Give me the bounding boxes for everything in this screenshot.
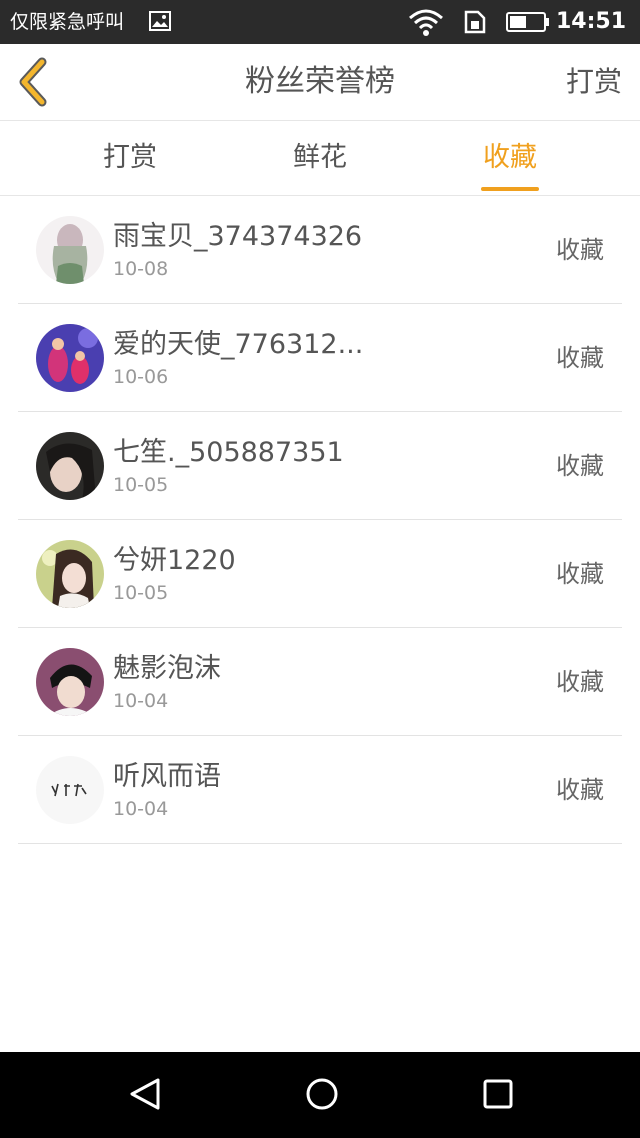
fan-date: 10-04 xyxy=(113,798,169,820)
list-item[interactable]: 听风而语 10-04 收藏 xyxy=(0,736,640,844)
tab-reward[interactable]: 打赏 xyxy=(70,121,190,195)
fan-date: 10-04 xyxy=(113,690,169,712)
avatar[interactable] xyxy=(36,648,104,716)
avatar[interactable] xyxy=(36,216,104,284)
list-item[interactable]: 兮妍1220 10-05 收藏 xyxy=(0,520,640,628)
reward-button[interactable]: 打赏 xyxy=(566,44,622,120)
fan-action-label: 收藏 xyxy=(556,452,604,480)
fan-list: 雨宝贝_374374326 10-08 收藏 爱的天使_776312... 10… xyxy=(0,196,640,844)
fan-name: 七笙._505887351 xyxy=(113,437,344,468)
square-recent-icon[interactable] xyxy=(482,1078,514,1114)
clock: 14:51 xyxy=(555,9,626,34)
fan-name: 雨宝贝_374374326 xyxy=(113,221,363,252)
list-item[interactable]: 雨宝贝_374374326 10-08 收藏 xyxy=(0,196,640,304)
fan-date: 10-05 xyxy=(113,582,169,604)
tab-flowers[interactable]: 鲜花 xyxy=(260,121,380,195)
circle-home-icon[interactable] xyxy=(304,1076,340,1116)
battery-icon xyxy=(506,12,550,36)
avatar[interactable] xyxy=(36,756,104,824)
divider xyxy=(18,843,622,844)
gallery-icon xyxy=(149,11,171,35)
status-bar: 仅限紧急呼叫 14:51 xyxy=(0,0,640,44)
list-item[interactable]: 爱的天使_776312... 10-06 收藏 xyxy=(0,304,640,412)
fan-date: 10-08 xyxy=(113,258,169,280)
fan-action-label: 收藏 xyxy=(556,344,604,372)
fan-action-label: 收藏 xyxy=(556,776,604,804)
list-item[interactable]: 七笙._505887351 10-05 收藏 xyxy=(0,412,640,520)
avatar[interactable] xyxy=(36,324,104,392)
fan-name: 魅影泡沫 xyxy=(113,653,221,684)
triangle-back-icon[interactable] xyxy=(128,1076,164,1116)
fan-action-label: 收藏 xyxy=(556,668,604,696)
avatar[interactable] xyxy=(36,540,104,608)
fan-name: 爱的天使_776312... xyxy=(113,329,363,360)
navigation-bar xyxy=(0,1052,640,1138)
fan-date: 10-06 xyxy=(113,366,169,388)
fan-date: 10-05 xyxy=(113,474,169,496)
tab-favorites[interactable]: 收藏 xyxy=(450,121,570,195)
emergency-call-text: 仅限紧急呼叫 xyxy=(10,11,125,33)
fan-action-label: 收藏 xyxy=(556,560,604,588)
fan-action-label: 收藏 xyxy=(556,236,604,264)
wifi-icon xyxy=(408,8,444,40)
fan-name: 听风而语 xyxy=(113,761,221,792)
page-title: 粉丝荣誉榜 xyxy=(245,64,395,99)
fan-name: 兮妍1220 xyxy=(113,545,236,576)
active-tab-indicator xyxy=(481,187,539,191)
avatar[interactable] xyxy=(36,432,104,500)
app-header: 粉丝荣誉榜 打赏 xyxy=(0,44,640,121)
list-item[interactable]: 魅影泡沫 10-04 收藏 xyxy=(0,628,640,736)
sim-card-icon xyxy=(462,10,486,38)
tab-bar: 打赏 鲜花 收藏 xyxy=(0,121,640,196)
tab-favorites-label: 收藏 xyxy=(483,142,537,173)
